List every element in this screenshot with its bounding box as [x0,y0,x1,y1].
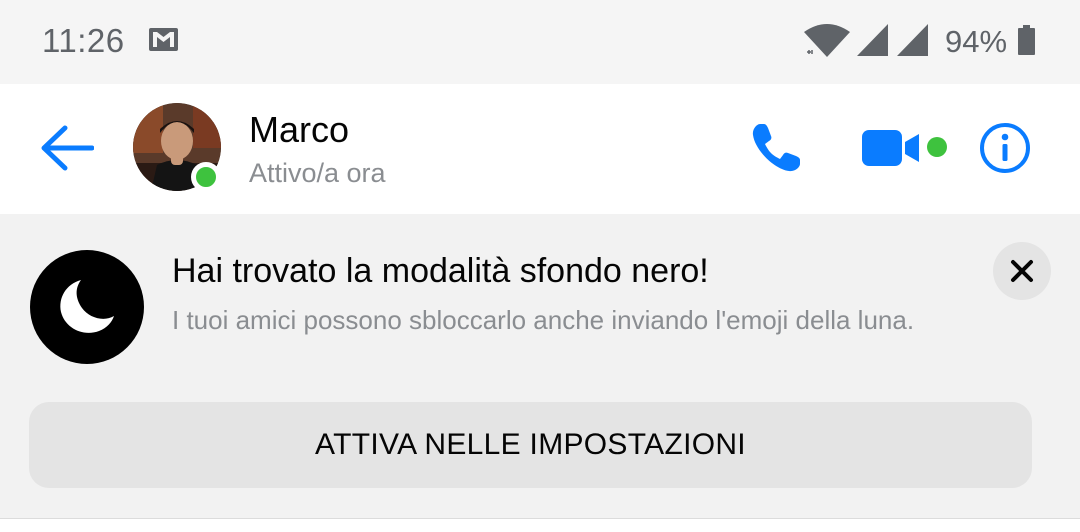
divider [0,518,1080,519]
contact-name[interactable]: Marco [249,109,349,151]
moon-badge [30,250,144,364]
info-icon[interactable] [979,122,1031,174]
avatar[interactable] [133,103,223,193]
phone-icon[interactable] [748,120,804,176]
battery-icon [1018,25,1035,55]
signal-icon [857,24,888,56]
gmail-icon [149,28,178,51]
video-active-indicator [927,137,947,157]
back-arrow-icon[interactable] [40,125,94,171]
close-icon [1011,260,1033,282]
battery-percent: 94% [945,24,1008,59]
online-indicator [191,162,221,192]
banner-title: Hai trovato la modalità sfondo nero! [172,252,709,290]
close-banner-button[interactable] [993,242,1051,300]
status-bar: 11:26 94% [0,0,1080,84]
wifi-icon [804,24,850,57]
moon-icon [60,280,114,333]
dark-mode-banner: Hai trovato la modalità sfondo nero! I t… [0,214,1080,518]
contact-status: Attivo/a ora [249,158,386,188]
signal-icon [897,24,928,56]
enable-in-settings-button[interactable]: ATTIVA NELLE IMPOSTAZIONI [29,402,1032,488]
status-time: 11:26 [42,22,125,59]
conversation-header: Marco Attivo/a ora [0,84,1080,214]
banner-description: I tuoi amici possono sbloccarlo anche in… [172,305,915,335]
video-camera-icon[interactable] [861,128,921,168]
